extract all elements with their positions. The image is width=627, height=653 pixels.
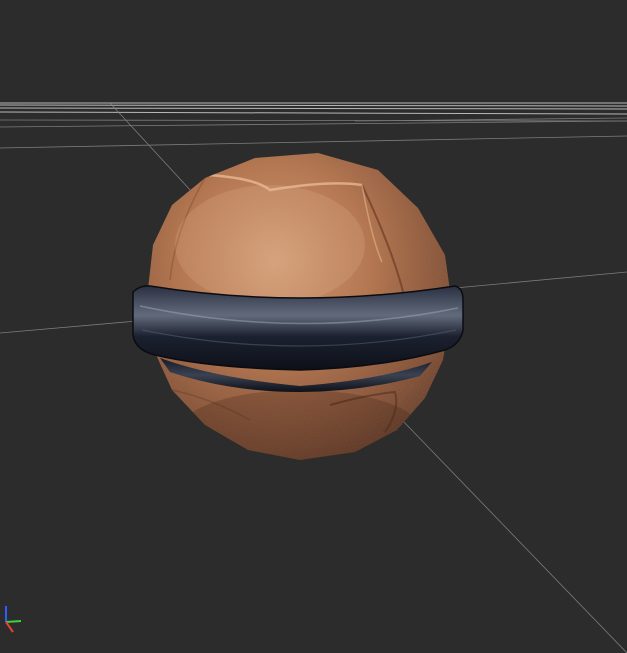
viewport-canvas[interactable] [0,0,627,653]
axis-gizmo-icon [5,606,22,633]
axis-x-line [5,621,14,633]
3d-viewport[interactable] [0,0,627,653]
textured-sphere-model[interactable] [132,153,464,470]
grid-horizon-lines [0,102,627,115]
axis-y-line [5,620,22,623]
